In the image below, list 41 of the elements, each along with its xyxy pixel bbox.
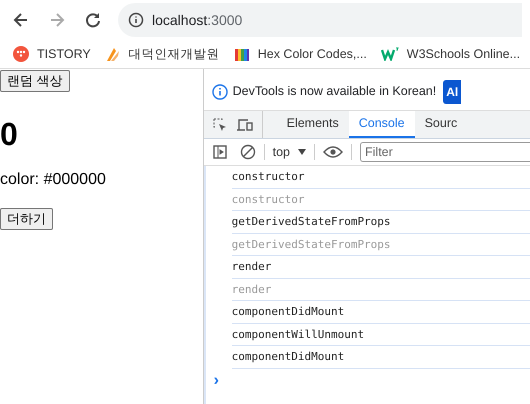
url-text: localhost:3000 bbox=[152, 10, 242, 30]
console-message: componentDidMount bbox=[232, 301, 530, 324]
bookmark-link[interactable]: Hex Color Codes,... bbox=[258, 44, 367, 64]
bookmark-link[interactable]: W3Schools Online... bbox=[406, 44, 520, 64]
console-prompt[interactable]: › bbox=[206, 370, 530, 390]
devtools-tab[interactable]: Elements bbox=[276, 111, 349, 138]
clear-console-icon[interactable] bbox=[240, 144, 256, 160]
console-message: constructor bbox=[232, 166, 530, 188]
eye-icon[interactable] bbox=[323, 145, 343, 159]
device-toggle-icon[interactable] bbox=[236, 116, 254, 132]
console-message: getDerivedStateFromProps bbox=[232, 234, 530, 256]
inspect-icon[interactable] bbox=[212, 116, 228, 132]
console-message: render bbox=[232, 278, 530, 301]
add-button[interactable]: 더하기 bbox=[0, 208, 53, 230]
info-icon bbox=[212, 84, 228, 100]
console-message: render bbox=[232, 256, 530, 278]
notice-text: DevTools is now available in Korean! bbox=[232, 83, 436, 100]
console-message: componentWillUnmount bbox=[232, 324, 530, 346]
bookmark-link[interactable]: 대덕인재개발원 bbox=[128, 44, 220, 64]
notice-button[interactable]: Al bbox=[443, 80, 462, 104]
context-dropdown[interactable]: top bbox=[272, 142, 306, 162]
count-heading: 0 bbox=[0, 115, 19, 154]
random-color-button[interactable]: 랜덤 색상 bbox=[0, 70, 70, 92]
logo-icon bbox=[13, 46, 29, 62]
sidebar-toggle-icon[interactable] bbox=[212, 144, 228, 160]
console-message: componentDidMount bbox=[232, 346, 530, 368]
devtools-tab[interactable]: Sourc bbox=[414, 111, 468, 138]
address-bar[interactable]: localhost:3000 bbox=[118, 3, 522, 37]
caret-icon bbox=[298, 149, 306, 155]
book-icon bbox=[234, 46, 250, 62]
console-message: constructor bbox=[232, 188, 530, 211]
console-message: getDerivedStateFromProps bbox=[232, 211, 530, 234]
filter-field[interactable]: Filter bbox=[360, 142, 530, 162]
back-icon[interactable] bbox=[12, 11, 30, 29]
w3-logo-icon bbox=[380, 47, 399, 61]
flame-logo-icon bbox=[104, 46, 121, 62]
devtools-tab[interactable]: Console bbox=[348, 111, 415, 138]
info-icon bbox=[128, 12, 144, 28]
color-text: color: #000000 bbox=[0, 170, 107, 190]
reload-icon[interactable] bbox=[84, 11, 102, 29]
bookmark-link[interactable]: TISTORY bbox=[37, 44, 91, 64]
